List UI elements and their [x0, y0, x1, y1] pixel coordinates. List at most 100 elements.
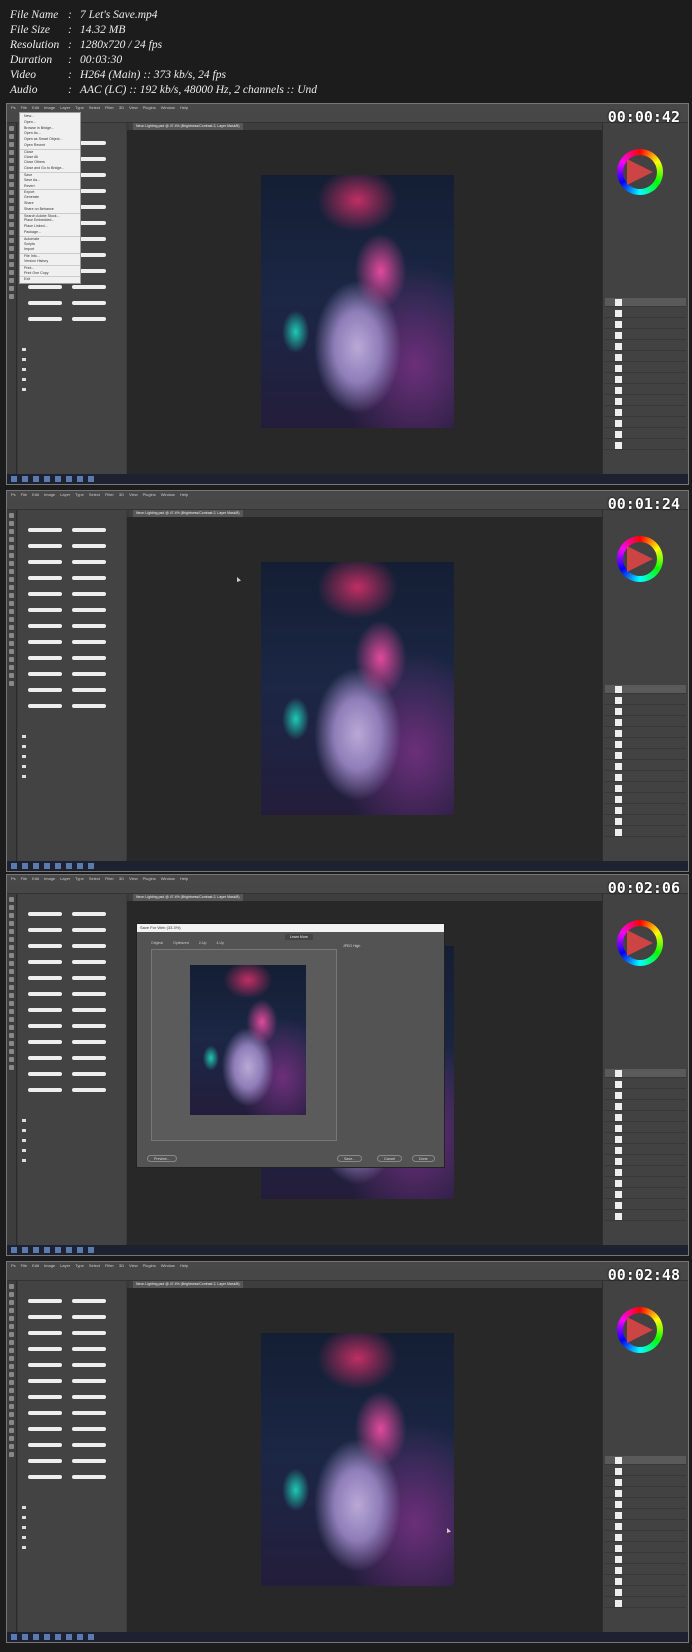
brush-preset[interactable]: [28, 1088, 62, 1092]
menu-file[interactable]: File: [21, 491, 27, 499]
brush-preset[interactable]: [72, 656, 106, 660]
brush-preset[interactable]: [28, 1459, 62, 1463]
document-tab[interactable]: Neon Lighting.psd @ 47.4% (Brightness/Co…: [133, 894, 243, 901]
brush-folder[interactable]: [22, 1536, 117, 1541]
brush-preset[interactable]: [28, 704, 62, 708]
brush-preset[interactable]: [28, 944, 62, 948]
taskbar-app-icon[interactable]: [44, 1247, 50, 1253]
menu-edit[interactable]: Edit: [32, 491, 39, 499]
tool-icon[interactable]: [9, 553, 14, 558]
tool-icon[interactable]: [9, 142, 14, 147]
layer-row[interactable]: [605, 1157, 686, 1166]
layer-row[interactable]: [605, 1533, 686, 1542]
menu-image[interactable]: Image: [44, 104, 55, 112]
menu-layer[interactable]: Layer: [60, 104, 70, 112]
brush-preset[interactable]: [28, 1008, 62, 1012]
brush-preset[interactable]: [72, 1443, 106, 1447]
menu-plugins[interactable]: Plugins: [143, 491, 156, 499]
document-tab[interactable]: Neon Lighting.psd @ 47.4% (Brightness/Co…: [133, 510, 243, 517]
layer-row[interactable]: [605, 441, 686, 450]
menu-help[interactable]: Help: [180, 104, 188, 112]
tool-icon[interactable]: [9, 158, 14, 163]
brush-folder[interactable]: [22, 368, 117, 373]
taskbar-app-icon[interactable]: [66, 863, 72, 869]
menu-filter[interactable]: Filter: [105, 1262, 114, 1270]
tool-icon[interactable]: [9, 529, 14, 534]
brush-preset[interactable]: [72, 1379, 106, 1383]
layer-row[interactable]: [605, 1146, 686, 1155]
brush-preset[interactable]: [72, 1299, 106, 1303]
layer-row[interactable]: [605, 729, 686, 738]
menu-image[interactable]: Image: [44, 1262, 55, 1270]
taskbar-app-icon[interactable]: [77, 476, 83, 482]
tool-icon[interactable]: [9, 921, 14, 926]
layer-row[interactable]: [605, 1467, 686, 1476]
dialog-tab[interactable]: Original: [151, 941, 163, 945]
brush-preset[interactable]: [72, 624, 106, 628]
taskbar-app-icon[interactable]: [55, 1247, 61, 1253]
tool-icon[interactable]: [9, 577, 14, 582]
tool-icon[interactable]: [9, 641, 14, 646]
tool-icon[interactable]: [9, 1332, 14, 1337]
brush-folder[interactable]: [22, 1129, 117, 1134]
tool-icon[interactable]: [9, 993, 14, 998]
brush-preset[interactable]: [28, 1299, 62, 1303]
taskbar-app-icon[interactable]: [88, 1634, 94, 1640]
tool-icon[interactable]: [9, 166, 14, 171]
layer-row[interactable]: [605, 298, 686, 307]
tool-icon[interactable]: [9, 1284, 14, 1289]
menu-edit[interactable]: Edit: [32, 104, 39, 112]
tool-icon[interactable]: [9, 150, 14, 155]
brush-preset[interactable]: [28, 544, 62, 548]
brush-preset[interactable]: [28, 1072, 62, 1076]
layer-row[interactable]: [605, 740, 686, 749]
layer-row[interactable]: [605, 397, 686, 406]
tool-icon[interactable]: [9, 945, 14, 950]
brush-preset[interactable]: [28, 1379, 62, 1383]
taskbar-app-icon[interactable]: [44, 1634, 50, 1640]
menu-window[interactable]: Window: [161, 104, 175, 112]
taskbar-app-icon[interactable]: [33, 863, 39, 869]
layer-row[interactable]: [605, 364, 686, 373]
tool-icon[interactable]: [9, 230, 14, 235]
menu-3d[interactable]: 3D: [119, 491, 124, 499]
tool-icon[interactable]: [9, 1420, 14, 1425]
tool-icon[interactable]: [9, 1404, 14, 1409]
menu-select[interactable]: Select: [89, 1262, 100, 1270]
brush-preset[interactable]: [72, 1008, 106, 1012]
layer-row[interactable]: [605, 828, 686, 837]
brush-preset[interactable]: [72, 1040, 106, 1044]
document-tab[interactable]: Neon Lighting.psd @ 47.4% (Brightness/Co…: [133, 123, 243, 130]
brush-folder[interactable]: [22, 765, 117, 770]
document-tab[interactable]: Neon Lighting.psd @ 47.4% (Brightness/Co…: [133, 1281, 243, 1288]
taskbar-app-icon[interactable]: [22, 476, 28, 482]
tool-icon[interactable]: [9, 270, 14, 275]
brush-preset[interactable]: [72, 1427, 106, 1431]
brush-preset[interactable]: [72, 560, 106, 564]
menu-help[interactable]: Help: [180, 491, 188, 499]
taskbar-app-icon[interactable]: [77, 1247, 83, 1253]
menu-file[interactable]: File: [21, 1262, 27, 1270]
tool-icon[interactable]: [9, 278, 14, 283]
brush-preset[interactable]: [28, 1363, 62, 1367]
tool-icon[interactable]: [9, 673, 14, 678]
tool-icon[interactable]: [9, 254, 14, 259]
tool-icon[interactable]: [9, 513, 14, 518]
menu-3d[interactable]: 3D: [119, 875, 124, 883]
tool-icon[interactable]: [9, 1041, 14, 1046]
brush-folder[interactable]: [22, 378, 117, 383]
menu-layer[interactable]: Layer: [60, 491, 70, 499]
color-triangle[interactable]: [627, 546, 653, 572]
menu-help[interactable]: Help: [180, 1262, 188, 1270]
brush-preset[interactable]: [72, 1331, 106, 1335]
taskbar-app-icon[interactable]: [44, 476, 50, 482]
brush-preset[interactable]: [28, 672, 62, 676]
tool-icon[interactable]: [9, 262, 14, 267]
tool-icon[interactable]: [9, 561, 14, 566]
tool-icon[interactable]: [9, 1324, 14, 1329]
layer-row[interactable]: [605, 685, 686, 694]
brush-preset[interactable]: [72, 1088, 106, 1092]
layer-row[interactable]: [605, 419, 686, 428]
tool-icon[interactable]: [9, 1388, 14, 1393]
brush-preset[interactable]: [28, 301, 62, 305]
